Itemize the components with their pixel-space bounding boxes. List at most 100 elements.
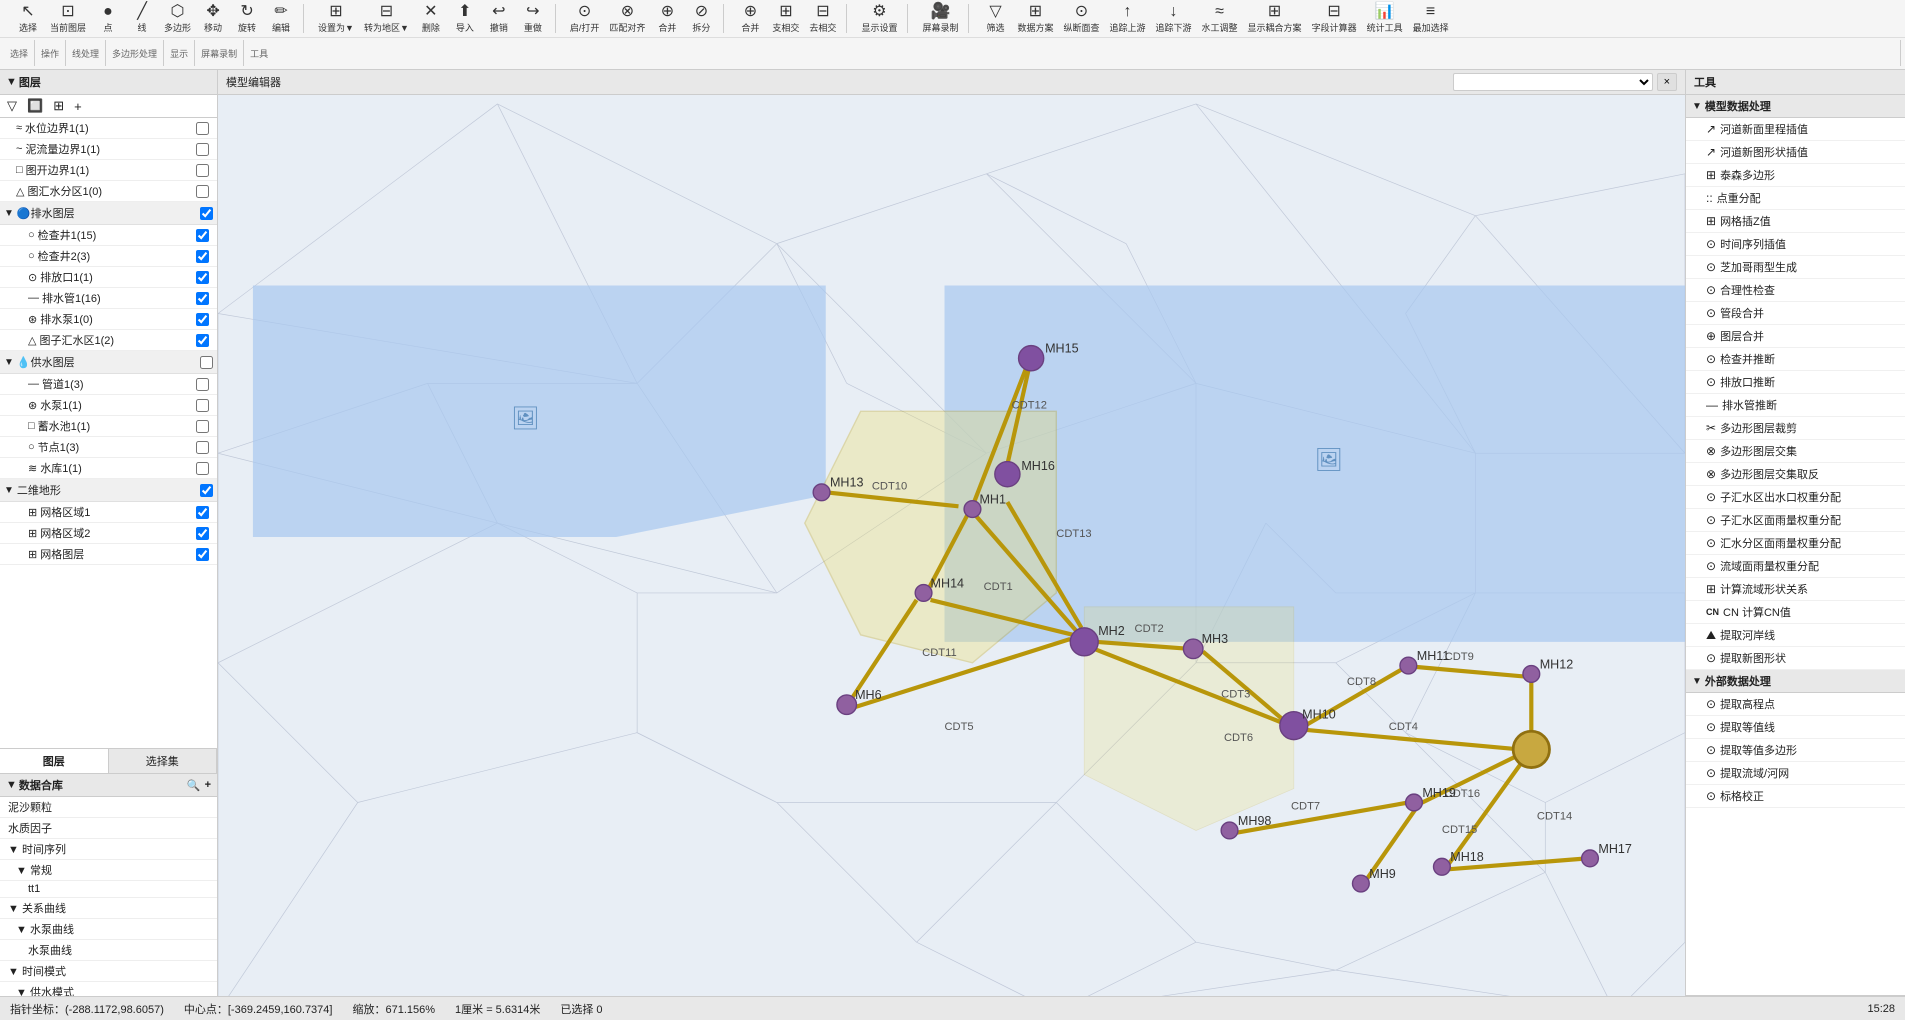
- reservoir-check[interactable]: [196, 420, 209, 433]
- layer-manhole2[interactable]: ○ 检查井2(3): [0, 246, 217, 267]
- right-river-elevation[interactable]: ↗ 河道新面里程插值: [1686, 118, 1905, 141]
- outfall-check[interactable]: [196, 271, 209, 284]
- grid2-check[interactable]: [196, 527, 209, 540]
- node-MH3[interactable]: [1183, 639, 1203, 659]
- display-coupled-btn[interactable]: ⊞ 显示耦合方案: [1244, 2, 1306, 36]
- terrain-check[interactable]: [200, 484, 213, 497]
- right-extract-elevation[interactable]: ⊙ 提取高程点: [1686, 693, 1905, 716]
- set-as-btn[interactable]: ⊞ 设置为▼: [314, 2, 358, 36]
- import-btn[interactable]: ⬆ 导入: [449, 2, 481, 36]
- select-tool-btn[interactable]: ↖ 选择: [12, 2, 44, 36]
- open-close-btn[interactable]: ⊙ 启/打开: [566, 2, 604, 36]
- right-chicago-rain[interactable]: ⊙ 芝加哥雨型生成: [1686, 256, 1905, 279]
- right-validity-check[interactable]: ⊙ 合理性检查: [1686, 279, 1905, 302]
- right-pipe-merge[interactable]: ⊙ 管段合并: [1686, 302, 1905, 325]
- water-supply-section-header[interactable]: ▼ 💧 供水图层: [0, 351, 217, 374]
- line-tool-btn[interactable]: ╱ 线: [126, 2, 158, 36]
- layer-subcatchment[interactable]: △ 图子汇水区1(2): [0, 330, 217, 351]
- split-btn[interactable]: ⊘ 拆分: [685, 2, 717, 36]
- right-grid-z[interactable]: ⊞ 网格插Z值: [1686, 210, 1905, 233]
- right-thiessen[interactable]: ⊞ 泰森多边形: [1686, 164, 1905, 187]
- filter-btn[interactable]: ▽ 筛选: [979, 2, 1011, 36]
- node-outlet[interactable]: [1513, 731, 1549, 767]
- pipe-check[interactable]: [196, 292, 209, 305]
- match-btn[interactable]: ⊗ 匹配对齐: [605, 2, 649, 36]
- section-check-btn[interactable]: ⊙ 纵断面查: [1059, 2, 1103, 36]
- node-MH6[interactable]: [837, 695, 857, 715]
- water-adjust-btn[interactable]: ≈ 水工调整: [1198, 2, 1242, 36]
- support-cross-btn[interactable]: ⊞ 支相交: [768, 2, 803, 36]
- water-supply-check[interactable]: [200, 356, 213, 369]
- right-outfall-infer[interactable]: ⊙ 排放口推断: [1686, 371, 1905, 394]
- layer-grid1[interactable]: ⊞ 网格区域1: [0, 502, 217, 523]
- redo-btn[interactable]: ↪ 重做: [517, 2, 549, 36]
- right-catchment-rain[interactable]: ⊙ 汇水分区面雨量权重分配: [1686, 532, 1905, 555]
- trace-down-btn[interactable]: ↓ 追踪下游: [1152, 2, 1196, 36]
- layer-water-boundary[interactable]: ≈ 水位边界1(1): [0, 118, 217, 139]
- combine-btn[interactable]: ⊕ 合并: [651, 2, 683, 36]
- layer-supply-node[interactable]: ○ 节点1(3): [0, 437, 217, 458]
- right-time-interp[interactable]: ⊙ 时间序列插值: [1686, 233, 1905, 256]
- layer-open-boundary[interactable]: □ 图开边界1(1): [0, 160, 217, 181]
- right-layer-merge[interactable]: ⊕ 图层合并: [1686, 325, 1905, 348]
- catchment-check[interactable]: [196, 185, 209, 198]
- node-MH9[interactable]: [1352, 875, 1369, 892]
- node-MH12[interactable]: [1523, 666, 1540, 683]
- right-cn-calc[interactable]: CN CN 计算CN值: [1686, 601, 1905, 624]
- model-data-section-header[interactable]: ▼ 模型数据处理: [1686, 95, 1905, 118]
- water-boundary-check[interactable]: [196, 122, 209, 135]
- node-MH18[interactable]: [1434, 858, 1451, 875]
- move-tool-btn[interactable]: ✥ 移动: [197, 2, 229, 36]
- layer-add-btn[interactable]: +: [71, 98, 85, 115]
- layer-outfall[interactable]: ⊙ 排放口1(1): [0, 267, 217, 288]
- node-MH19[interactable]: [1406, 794, 1423, 811]
- layer-expand-btn[interactable]: ⊞: [50, 97, 67, 115]
- node-MH11[interactable]: [1400, 657, 1417, 674]
- data-water-quality[interactable]: 水质因子: [0, 818, 217, 839]
- layer-expand-icon[interactable]: ▼: [6, 76, 17, 88]
- right-extract-watershed[interactable]: ⊙ 提取流域/河网: [1686, 762, 1905, 785]
- data-relations[interactable]: ▼ 关系曲线: [0, 898, 217, 919]
- supply-node-check[interactable]: [196, 441, 209, 454]
- node-MH98[interactable]: [1221, 822, 1238, 839]
- convert-region-btn[interactable]: ⊟ 转为地区▼: [360, 2, 413, 36]
- drainage-section-header[interactable]: ▼ 🔵 排水图层: [0, 202, 217, 225]
- right-grid-correct[interactable]: ⊙ 标格校正: [1686, 785, 1905, 808]
- node-MH1[interactable]: [964, 501, 981, 518]
- open-boundary-check[interactable]: [196, 164, 209, 177]
- right-subcatch-outlet[interactable]: ⊙ 子汇水区出水口权重分配: [1686, 486, 1905, 509]
- right-polygon-intersect[interactable]: ⊗ 多边形图层交集: [1686, 440, 1905, 463]
- layer-grid2[interactable]: ⊞ 网格区域2: [0, 523, 217, 544]
- node-MH14[interactable]: [915, 585, 932, 602]
- terrain-section-header[interactable]: ▼ 二维地形: [0, 479, 217, 502]
- supply-pump-check[interactable]: [196, 399, 209, 412]
- mud-boundary-check[interactable]: [196, 143, 209, 156]
- right-river-shape[interactable]: ↗ 河道新图形状插值: [1686, 141, 1905, 164]
- right-basin-shape[interactable]: ⊞ 计算流域形状关系: [1686, 578, 1905, 601]
- drainage-section-check[interactable]: [200, 207, 213, 220]
- layer-supply-pump[interactable]: ⊛ 水泵1(1): [0, 395, 217, 416]
- layer-manhole1[interactable]: ○ 检查井1(15): [0, 225, 217, 246]
- data-pump-curve2[interactable]: 水泵曲线: [0, 940, 217, 961]
- layer-mud-boundary[interactable]: ~ 泥流量边界1(1): [0, 139, 217, 160]
- tab-selection[interactable]: 选择集: [109, 749, 218, 773]
- grid1-check[interactable]: [196, 506, 209, 519]
- right-point-dist[interactable]: :: 点重分配: [1686, 187, 1905, 210]
- edit-tool-btn[interactable]: ✏ 编辑: [265, 2, 297, 36]
- header-close-btn[interactable]: ×: [1657, 73, 1677, 91]
- data-time-series[interactable]: ▼ 时间序列: [0, 839, 217, 860]
- node-MH15[interactable]: [1019, 346, 1044, 371]
- lake-check[interactable]: [196, 462, 209, 475]
- data-pump-curve[interactable]: ▼ 水泵曲线: [0, 919, 217, 940]
- delete-btn[interactable]: ✕ 删除: [415, 2, 447, 36]
- node-MH17[interactable]: [1582, 850, 1599, 867]
- undo-btn[interactable]: ↩ 撤销: [483, 2, 515, 36]
- polygon-tool-btn[interactable]: ⬡ 多边形: [160, 2, 195, 36]
- data-search-btn[interactable]: 🔍: [187, 779, 201, 792]
- display-settings-btn[interactable]: ⚙ 显示设置: [857, 2, 901, 36]
- node-MH13[interactable]: [813, 484, 830, 501]
- more-tools-btn[interactable]: ≡ 最加选择: [1409, 2, 1453, 36]
- right-check-infer[interactable]: ⊙ 检查并推断: [1686, 348, 1905, 371]
- canvas-area[interactable]: CDT12 CDT10 CDT1 CDT13 CDT11 CDT5 CDT2 C…: [218, 95, 1685, 1020]
- layer-collapse-btn[interactable]: 🔲: [24, 97, 46, 115]
